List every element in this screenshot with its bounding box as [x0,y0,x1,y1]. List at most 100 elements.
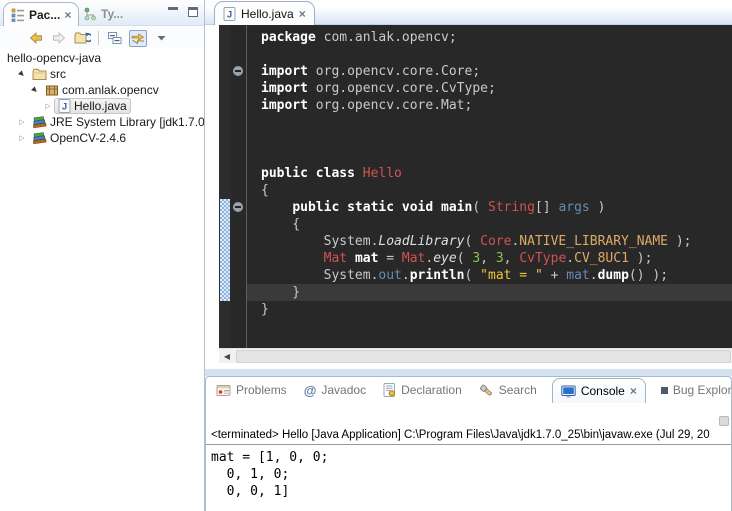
project-tree: hello-opencv-java ▶ src▶com.anlak.opencv ▷ J… [0,50,204,146]
tree-item-com-anlak-opencv[interactable]: ▶com.anlak.opencv [0,82,204,98]
tab-label: Javadoc [321,383,366,397]
minimize-icon[interactable] [168,7,178,17]
collapse-arrow-icon[interactable]: ▶ [15,67,29,81]
expand-arrow-icon[interactable]: ▷ [16,118,28,126]
eclipse-ide-window: Pac... × Ty... hello-opencv-java ▶ src▶com… [0,0,732,511]
tree-item-content: OpenCV-2.4.6 [28,130,130,146]
close-icon[interactable]: × [299,7,306,21]
console-output-line: 0, 0, 1] [211,483,731,500]
tab-type-hierarchy-label: Ty... [101,7,123,21]
tab-package-explorer-label: Pac... [29,8,60,22]
code-line-16: } [247,284,732,301]
link-with-editor-button[interactable] [129,30,147,47]
svg-text:J: J [227,9,232,20]
tree-item-label: OpenCV-2.4.6 [50,131,126,145]
tree-item-label: JRE System Library [jdk1.7.0_25] [50,115,205,129]
library-icon [32,115,47,129]
package-explorer-icon [11,8,25,22]
tab-label: Search [499,383,537,397]
fold-collapse-icon[interactable] [233,202,243,212]
editor-tab-hello-java[interactable]: J Hello.java × [214,1,315,25]
tab-search[interactable]: Search [477,377,539,403]
console-toolbar-partial-button[interactable] [719,416,729,426]
arrow-forward-icon [51,31,67,45]
link-editor-icon [130,32,146,45]
maximize-icon[interactable] [188,7,198,17]
collapse-all-button[interactable] [106,30,124,47]
tree-item-src[interactable]: ▶ src [0,66,204,82]
editor-annotation-ruler [219,25,231,348]
code-line-3: import org.opencv.core.Core; [247,63,732,80]
collapse-all-icon [107,31,123,45]
code-line-8 [247,148,732,165]
declaration-icon [383,383,396,397]
console-output-line: mat = [1, 0, 0; [211,449,731,466]
forward-button[interactable] [50,30,68,47]
arrow-back-icon [28,31,44,45]
code-line-9: public class Hello [247,165,732,182]
console-panel: Problems @Javadoc Declaration Search Console… [205,376,732,511]
up-button[interactable] [73,30,91,47]
tab-console[interactable]: Console× [552,378,646,403]
tree-item-jre-system-library-jdk1-7-0-25[interactable]: ▷ JRE System Library [jdk1.7.0_25] [0,114,204,130]
tab-problems[interactable]: Problems [214,377,289,403]
editor-folding-column [231,25,246,348]
search-icon [479,383,494,397]
folder-up-icon [74,31,91,45]
close-icon[interactable]: × [64,8,71,22]
package-explorer-panel: Pac... × Ty... hello-opencv-java ▶ src▶com… [0,0,205,511]
expand-arrow-icon[interactable]: ▷ [16,134,28,142]
back-button[interactable] [27,30,45,47]
scroll-left-icon[interactable]: ◀ [219,349,235,364]
editor-horizontal-scrollbar[interactable]: ◀ [219,348,732,363]
code-text[interactable]: package com.anlak.opencv;import org.open… [247,25,732,318]
code-line-13: System.LoadLibrary( Core.NATIVE_LIBRARY_… [247,233,732,250]
bottom-tabbar: Problems @Javadoc Declaration Search Console… [206,377,731,403]
toolbar-separator [98,31,99,45]
console-output: mat = [1, 0, 0; 0, 1, 0; 0, 0, 1] [211,449,731,500]
code-line-15: System.out.println( "mat = " + mat.dump(… [247,267,732,284]
tree-item-label: hello-opencv-java [7,51,101,65]
tree-item-hello-opencv-java[interactable]: hello-opencv-java [0,50,204,66]
tree-item-hello-java[interactable]: ▷JHello.java [0,98,204,114]
code-line-10: { [247,182,732,199]
code-line-5: import org.opencv.core.Mat; [247,97,732,114]
java-file-icon: J [223,7,236,21]
code-line-7 [247,131,732,148]
close-icon[interactable]: × [630,384,637,398]
tree-item-opencv-2-4-6[interactable]: ▷ OpenCV-2.4.6 [0,130,204,146]
editor-tabbar: J Hello.java × [205,0,732,25]
left-panel-header: Pac... × Ty... [0,0,204,26]
type-hierarchy-icon [83,7,97,21]
tree-item-content: JRE System Library [jdk1.7.0_25] [28,114,205,130]
console-output-line: 0, 1, 0; [211,466,731,483]
scrollbar-thumb[interactable] [236,350,731,363]
tree-item-label: src [50,67,66,81]
tab-package-explorer[interactable]: Pac... × [3,2,79,26]
bug-icon [661,387,668,394]
tab-label: Bug Explorer [673,383,731,397]
tab-label: Problems [236,383,287,397]
svg-text:J: J [62,102,67,113]
tab-bug-explorer[interactable]: Bug Explorer [659,377,731,403]
view-menu-button[interactable] [152,30,170,47]
tab-declaration[interactable]: Declaration [381,377,464,403]
tab-javadoc[interactable]: @Javadoc [302,377,368,403]
code-line-4: import org.opencv.core.CvType; [247,80,732,97]
editor-area: J Hello.java × package com.anlak.opencv;… [205,0,732,369]
code-line-6 [247,114,732,131]
collapse-arrow-icon[interactable]: ▶ [28,83,42,97]
code-line-14: Mat mat = Mat.eye( 3, 3, CvType.CV_8UC1 … [247,250,732,267]
package-explorer-toolbar [0,27,204,49]
code-editor[interactable]: package com.anlak.opencv;import org.open… [219,25,732,348]
panel-window-buttons [168,7,198,17]
tree-item-content: hello-opencv-java [3,50,105,66]
tab-label: Declaration [401,383,462,397]
expand-arrow-icon[interactable]: ▷ [42,102,54,110]
tree-item-content: src [28,66,70,82]
code-line-11: public static void main( String[] args ) [247,199,732,216]
tab-type-hierarchy[interactable]: Ty... [76,2,130,26]
src-folder-icon [32,68,47,81]
fold-collapse-icon[interactable] [233,66,243,76]
editor-console-sash[interactable] [205,369,732,376]
